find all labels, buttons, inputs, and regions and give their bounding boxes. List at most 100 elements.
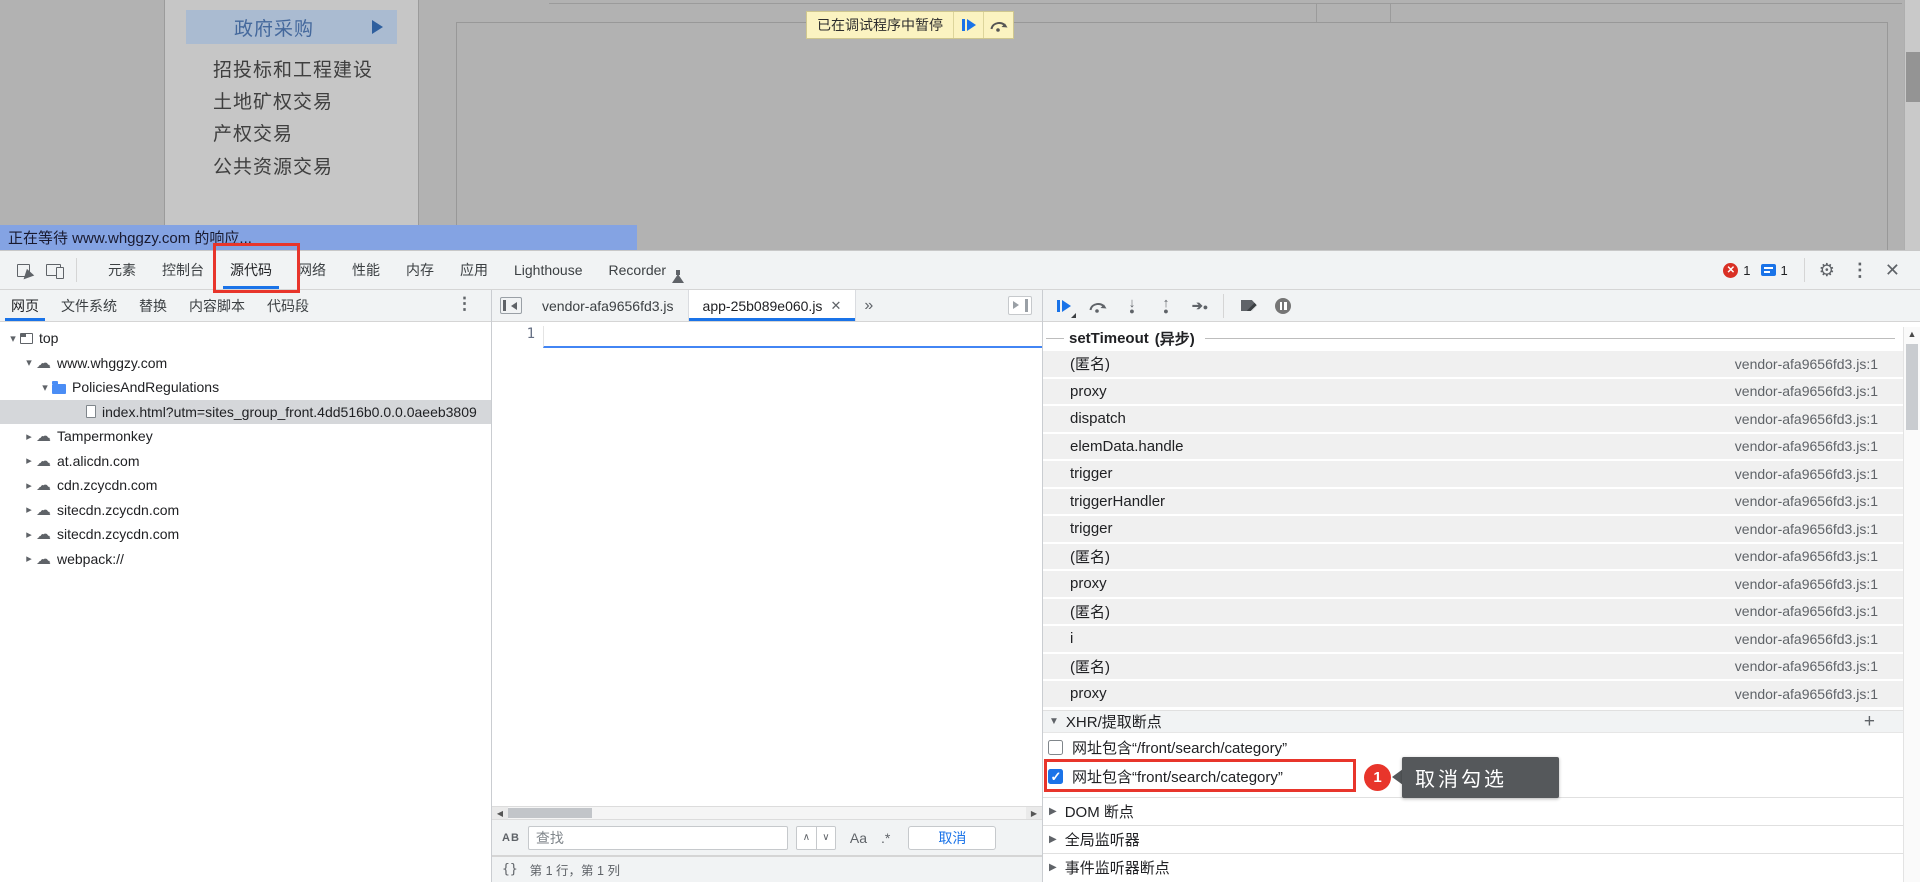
devtools-tab[interactable]: 控制台 (149, 251, 217, 289)
resume-script-button[interactable] (1051, 293, 1077, 319)
tree-expander-icon[interactable]: ▾ (22, 356, 36, 369)
menu-item[interactable]: 土地矿权交易 (213, 84, 413, 116)
frame-source-link[interactable]: vendor-afa9656fd3.js:1 (1735, 521, 1878, 537)
device-toolbar-button[interactable] (40, 257, 66, 283)
call-stack-frame[interactable]: i vendor-afa9656fd3.js:1 (1043, 626, 1903, 652)
call-stack-frame[interactable]: elemData.handle vendor-afa9656fd3.js:1 (1043, 433, 1903, 459)
tree-expander-icon[interactable]: ▸ (22, 503, 36, 516)
devtools-tab[interactable]: 内存 (393, 251, 447, 289)
frame-source-link[interactable]: vendor-afa9656fd3.js:1 (1735, 411, 1878, 427)
step-over-button[interactable] (1085, 293, 1111, 319)
message-count-badge[interactable]: 1 (1760, 263, 1788, 278)
file-tree-row[interactable]: ▸ sitecdn.zcycdn.com (0, 498, 491, 523)
file-tree-row[interactable]: ▸ webpack:// (0, 547, 491, 572)
close-tab-icon[interactable]: ✕ (830, 298, 841, 314)
frame-source-link[interactable]: vendor-afa9656fd3.js:1 (1735, 658, 1878, 674)
match-case-toggle[interactable]: Aa (850, 830, 867, 846)
collapse-navigator-icon[interactable] (500, 297, 522, 314)
call-stack-frame[interactable]: trigger vendor-afa9656fd3.js:1 (1043, 461, 1903, 487)
file-tree-row[interactable]: ▾ top (0, 326, 491, 351)
tree-expander-icon[interactable]: ▸ (22, 528, 36, 541)
step-out-button[interactable]: ↑ ● (1153, 293, 1179, 319)
regex-toggle[interactable]: .* (881, 830, 890, 846)
frame-source-link[interactable]: vendor-afa9656fd3.js:1 (1735, 466, 1878, 482)
call-stack-frame[interactable]: (匿名) vendor-afa9656fd3.js:1 (1043, 598, 1903, 624)
file-tree-row[interactable]: index.html?utm=sites_group_front.4dd516b… (0, 399, 491, 424)
close-devtools-icon[interactable]: ✕ (1885, 260, 1900, 281)
scroll-right-arrow-icon[interactable]: ▶ (1026, 807, 1042, 819)
navigator-tab[interactable]: 替换 (128, 290, 178, 321)
devtools-tab[interactable]: 应用 (447, 251, 501, 289)
frame-source-link[interactable]: vendor-afa9656fd3.js:1 (1735, 493, 1878, 509)
tree-expander-icon[interactable]: ▸ (22, 430, 36, 443)
call-stack-frame[interactable]: proxy vendor-afa9656fd3.js:1 (1043, 681, 1903, 707)
pause-on-exceptions-button[interactable] (1270, 293, 1296, 319)
breakpoint-section-header[interactable]: ▶ 事件监听器断点 (1043, 853, 1903, 881)
devtools-tab[interactable]: 性能 (339, 251, 393, 289)
inspect-element-button[interactable] (10, 257, 36, 283)
scrollbar-thumb[interactable] (508, 808, 592, 818)
menu-item-active[interactable]: 政府采购 (186, 10, 397, 44)
file-tree-row[interactable]: ▾ PoliciesAndRegulations (0, 375, 491, 400)
settings-gear-icon[interactable]: ⚙ (1819, 260, 1835, 281)
editor-file-tab[interactable]: vendor-afa9656fd3.js ✕ (528, 290, 689, 321)
navigator-tab[interactable]: 代码段 (256, 290, 320, 321)
frame-source-link[interactable]: vendor-afa9656fd3.js:1 (1735, 603, 1878, 619)
pretty-print-icon[interactable]: {} (502, 862, 518, 877)
expand-debugger-icon[interactable] (1008, 296, 1032, 315)
xhr-breakpoints-header[interactable]: ▼ XHR/提取断点 + (1043, 710, 1903, 733)
frame-source-link[interactable]: vendor-afa9656fd3.js:1 (1735, 383, 1878, 399)
devtools-tab[interactable]: 元素 (95, 251, 149, 289)
file-tree-row[interactable]: ▸ cdn.zcycdn.com (0, 473, 491, 498)
find-previous-icon[interactable]: ∧ (796, 826, 816, 849)
tree-expander-icon[interactable]: ▾ (6, 332, 20, 345)
frame-source-link[interactable]: vendor-afa9656fd3.js:1 (1735, 356, 1878, 372)
debugger-scrollbar[interactable]: ▲ (1903, 327, 1920, 882)
call-stack-frame[interactable]: (匿名) vendor-afa9656fd3.js:1 (1043, 351, 1903, 377)
menu-item[interactable]: 产权交易 (213, 116, 413, 148)
tree-expander-icon[interactable]: ▸ (22, 479, 36, 492)
navigator-more-kebab-icon[interactable]: ⋮ (456, 294, 473, 314)
frame-source-link[interactable]: vendor-afa9656fd3.js:1 (1735, 438, 1878, 454)
breakpoint-checkbox[interactable] (1048, 740, 1063, 755)
call-stack-frame[interactable]: proxy vendor-afa9656fd3.js:1 (1043, 378, 1903, 404)
find-input[interactable] (527, 825, 788, 850)
scrollbar-thumb[interactable] (1906, 344, 1918, 430)
error-count-badge[interactable]: ✕ 1 (1723, 262, 1751, 278)
navigator-tab[interactable]: 文件系统 (50, 290, 128, 321)
devtools-tab[interactable]: Recorder (596, 251, 686, 289)
editor-horizontal-scrollbar[interactable]: ◀ ▶ (492, 806, 1042, 820)
call-stack-frame[interactable]: triggerHandler vendor-afa9656fd3.js:1 (1043, 488, 1903, 514)
file-tree-row[interactable]: ▾ www.whggzy.com (0, 351, 491, 376)
menu-item[interactable]: 公共资源交易 (213, 149, 413, 181)
find-next-icon[interactable]: ∨ (815, 826, 835, 849)
more-tabs-icon[interactable]: » (864, 297, 873, 315)
breakpoint-section-header[interactable]: ▶ DOM 断点 (1043, 797, 1903, 825)
call-stack-frame[interactable]: (匿名) vendor-afa9656fd3.js:1 (1043, 653, 1903, 679)
add-breakpoint-icon[interactable]: + (1864, 711, 1875, 733)
line-number-gutter[interactable]: 1 (492, 326, 543, 348)
tree-expander-icon[interactable]: ▸ (22, 454, 36, 467)
scroll-left-arrow-icon[interactable]: ◀ (492, 807, 508, 819)
frame-source-link[interactable]: vendor-afa9656fd3.js:1 (1735, 631, 1878, 647)
deactivate-breakpoints-button[interactable] (1236, 293, 1262, 319)
devtools-tab[interactable]: Lighthouse (501, 251, 596, 289)
call-stack-frame[interactable]: (匿名) vendor-afa9656fd3.js:1 (1043, 543, 1903, 569)
tree-expander-icon[interactable]: ▾ (38, 381, 52, 394)
call-stack-frame[interactable]: proxy vendor-afa9656fd3.js:1 (1043, 571, 1903, 597)
file-tree-row[interactable]: ▸ at.alicdn.com (0, 449, 491, 474)
file-tree-row[interactable]: ▸ Tampermonkey (0, 424, 491, 449)
cancel-button[interactable]: 取消 (908, 825, 997, 850)
navigator-tab[interactable]: 内容脚本 (178, 290, 256, 321)
file-tree-row[interactable]: ▸ sitecdn.zcycdn.com (0, 522, 491, 547)
frame-source-link[interactable]: vendor-afa9656fd3.js:1 (1735, 686, 1878, 702)
step-button[interactable]: ➔● (1187, 293, 1213, 319)
step-into-button[interactable]: ↓ ● (1119, 293, 1145, 319)
breakpoint-section-header[interactable]: ▶ 全局监听器 (1043, 825, 1903, 853)
frame-source-link[interactable]: vendor-afa9656fd3.js:1 (1735, 548, 1878, 564)
more-options-kebab-icon[interactable]: ⋮ (1851, 260, 1869, 281)
call-stack-frame[interactable]: dispatch vendor-afa9656fd3.js:1 (1043, 406, 1903, 432)
scroll-up-arrow-icon[interactable]: ▲ (1904, 329, 1920, 339)
navigator-tab[interactable]: 网页 (0, 290, 50, 321)
frame-source-link[interactable]: vendor-afa9656fd3.js:1 (1735, 576, 1878, 592)
